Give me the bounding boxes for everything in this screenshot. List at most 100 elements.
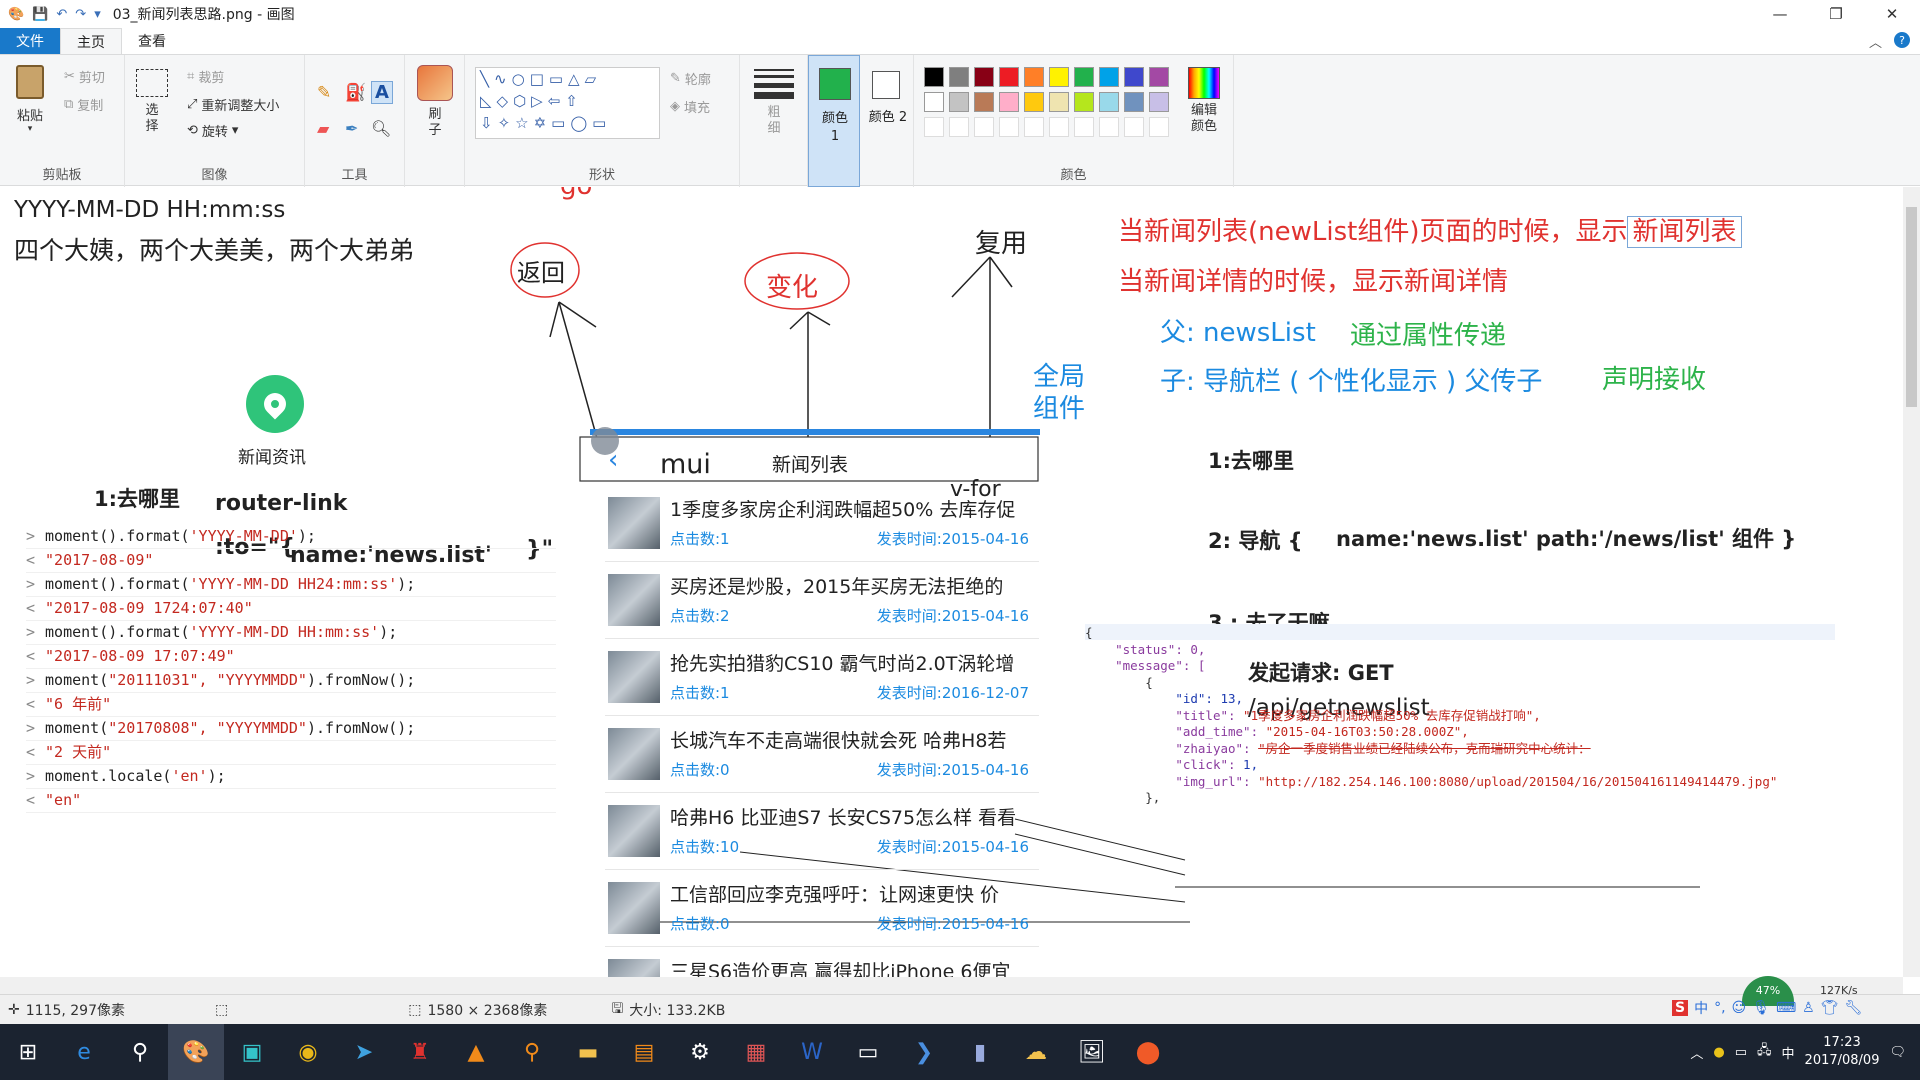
- vertical-scrollbar[interactable]: [1903, 187, 1920, 977]
- cut-button[interactable]: ✂ 剪切: [64, 67, 105, 86]
- edit-colors-button[interactable]: 编辑颜色: [1184, 67, 1224, 135]
- pencil-icon[interactable]: ✎: [317, 83, 331, 103]
- tab-home[interactable]: 主页: [60, 28, 122, 54]
- palette-swatch[interactable]: [1099, 92, 1119, 112]
- shapes-gallery[interactable]: ╲∿○□▭△▱ ◺◇⬡▷⇦⇧ ⇩✧☆✡▭◯▭: [475, 67, 660, 139]
- tray-chevron-icon[interactable]: ︿: [1690, 1043, 1703, 1062]
- archive-icon[interactable]: ▦: [728, 1024, 784, 1080]
- maximize-button[interactable]: ❐: [1808, 0, 1864, 28]
- palette-swatch[interactable]: [1149, 117, 1169, 137]
- tab-view[interactable]: 查看: [122, 28, 182, 54]
- windows-start-icon[interactable]: ⊞: [0, 1024, 56, 1080]
- weather-icon[interactable]: ☁: [1008, 1024, 1064, 1080]
- tray-network-icon[interactable]: 🖧: [1757, 1041, 1772, 1063]
- horizontal-scrollbar[interactable]: [0, 977, 1903, 994]
- paste-button[interactable]: 粘贴 ▾: [8, 65, 52, 134]
- back-chevron-icon[interactable]: ‹: [608, 445, 618, 475]
- size-button[interactable]: 粗细: [754, 69, 794, 137]
- palette-swatch[interactable]: [999, 67, 1019, 87]
- palette-swatch[interactable]: [1124, 67, 1144, 87]
- palette-swatch[interactable]: [974, 117, 994, 137]
- clock[interactable]: 17:23 2017/08/09: [1805, 1034, 1880, 1070]
- record-icon[interactable]: ⬤: [1120, 1024, 1176, 1080]
- palette-swatch[interactable]: [1099, 67, 1119, 87]
- palette-swatch[interactable]: [1074, 117, 1094, 137]
- chrome-icon[interactable]: ◉: [280, 1024, 336, 1080]
- color-picker-icon[interactable]: ✒: [345, 119, 358, 138]
- news-list-item[interactable]: 三星S6造价更高 赢得却比iPhone 6便宜: [605, 949, 1039, 977]
- news-list-item[interactable]: 长城汽车不走高端很快就会死 哈弗H8若 点击数:0 发表时间:2015-04-16: [605, 718, 1039, 793]
- minimize-button[interactable]: —: [1752, 0, 1808, 28]
- news-list-item[interactable]: 哈弗H6 比亚迪S7 长安CS75怎么样 看看 点击数:10 发表时间:2015-0…: [605, 795, 1039, 870]
- vertical-scroll-thumb[interactable]: [1906, 207, 1917, 407]
- copy-button[interactable]: ⧉ 复制: [64, 95, 103, 114]
- palette-swatch[interactable]: [1124, 92, 1144, 112]
- palette-swatch[interactable]: [999, 92, 1019, 112]
- color1-button[interactable]: 颜色 1: [808, 55, 860, 187]
- text-tool-icon[interactable]: A: [371, 81, 393, 104]
- folder-icon[interactable]: ▬: [560, 1024, 616, 1080]
- resize-button[interactable]: ⤢ 重新调整大小: [187, 95, 279, 114]
- brush-button[interactable]: 刷子: [413, 65, 457, 139]
- powershell-icon[interactable]: ❯: [896, 1024, 952, 1080]
- save-icon[interactable]: 💾: [32, 7, 48, 22]
- palette-swatch[interactable]: [949, 92, 969, 112]
- edge-icon[interactable]: e: [56, 1024, 112, 1080]
- palette-swatch[interactable]: [924, 117, 944, 137]
- palette-swatch[interactable]: [949, 117, 969, 137]
- help-icon[interactable]: ?: [1894, 32, 1910, 48]
- news-list-item[interactable]: 买房还是炒股，2015年买房无法拒绝的 点击数:2 发表时间:2015-04-16: [605, 564, 1039, 639]
- search-icon[interactable]: ⚲: [112, 1024, 168, 1080]
- tray-app-icon[interactable]: ●: [1713, 1045, 1724, 1060]
- word-icon[interactable]: W: [784, 1024, 840, 1080]
- select-button[interactable]: 选择: [135, 69, 169, 135]
- palette-swatch[interactable]: [1099, 117, 1119, 137]
- palette-swatch[interactable]: [1049, 92, 1069, 112]
- book-icon[interactable]: ▮: [952, 1024, 1008, 1080]
- vlc-icon[interactable]: ▲: [448, 1024, 504, 1080]
- notification-icon[interactable]: 🗨: [1889, 1045, 1906, 1060]
- game-icon[interactable]: ♜: [392, 1024, 448, 1080]
- palette-swatch[interactable]: [1024, 117, 1044, 137]
- tab-file[interactable]: 文件: [0, 28, 60, 54]
- paint-taskbar-icon[interactable]: 🎨: [168, 1024, 224, 1080]
- palette-swatch[interactable]: [924, 92, 944, 112]
- tray-battery-icon[interactable]: ▭: [1735, 1045, 1747, 1060]
- palette-swatch[interactable]: [974, 92, 994, 112]
- webstorm-icon[interactable]: ▣: [224, 1024, 280, 1080]
- ime-indicator[interactable]: 中: [1782, 1043, 1795, 1062]
- palette-swatch[interactable]: [1024, 67, 1044, 87]
- palette-swatch[interactable]: [949, 67, 969, 87]
- fill-bucket-icon[interactable]: ⛽: [345, 83, 366, 103]
- rotate-button[interactable]: ⟲ 旋转 ▾: [187, 121, 238, 140]
- palette-swatch[interactable]: [1074, 67, 1094, 87]
- outline-button[interactable]: ✎ 轮廓: [670, 69, 711, 88]
- news-list-item[interactable]: 1季度多家房企利润跌幅超50% 去库存促 点击数:1 发表时间:2015-04-16: [605, 487, 1039, 562]
- location-pin-icon[interactable]: [246, 375, 304, 433]
- terminal-icon[interactable]: ▭: [840, 1024, 896, 1080]
- crop-button[interactable]: ⌗ 裁剪: [187, 67, 224, 86]
- search-tool-icon[interactable]: ⚲: [504, 1024, 560, 1080]
- sublime-icon[interactable]: ▤: [616, 1024, 672, 1080]
- magnifier-icon[interactable]: 🔍︎: [371, 119, 391, 138]
- collapse-ribbon-icon[interactable]: ︿: [1869, 32, 1882, 51]
- palette-swatch[interactable]: [1124, 117, 1144, 137]
- close-button[interactable]: ✕: [1864, 0, 1920, 28]
- paint-canvas[interactable]: YYYY-MM-DD HH:mm:ss 四个大姨，两个大美美，两个大弟弟 go …: [0, 187, 1903, 977]
- fill-button[interactable]: ◈ 填充: [670, 97, 710, 116]
- palette-swatch[interactable]: [1049, 67, 1069, 87]
- color2-button[interactable]: 颜色 2: [862, 55, 914, 187]
- ime-toolbar[interactable]: S 中 °, ☺ 🎙︎ ⌨ ♙ 👕︎ 🔧︎: [1672, 998, 1862, 1018]
- palette-swatch[interactable]: [999, 117, 1019, 137]
- palette-swatch[interactable]: [1149, 67, 1169, 87]
- eraser-icon[interactable]: ▰: [317, 119, 329, 138]
- palette-swatch[interactable]: [1049, 117, 1069, 137]
- palette-swatch[interactable]: [1024, 92, 1044, 112]
- palette-swatch[interactable]: [974, 67, 994, 87]
- redo-icon[interactable]: ↷: [75, 7, 86, 22]
- telegram-icon[interactable]: ➤: [336, 1024, 392, 1080]
- palette-swatch[interactable]: [924, 67, 944, 87]
- palette-swatch[interactable]: [1149, 92, 1169, 112]
- settings-gear-icon[interactable]: ⚙: [672, 1024, 728, 1080]
- news-list-item[interactable]: 工信部回应李克强呼吁：让网速更快 价点击数:0 发表时间:2015-04-16: [605, 872, 1039, 947]
